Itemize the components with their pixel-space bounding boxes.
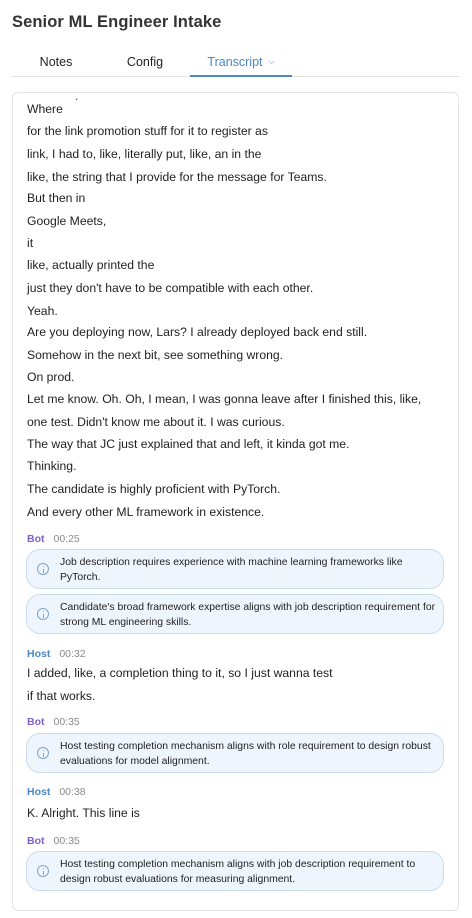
speaker-name: Bot [27,835,45,847]
insight-note[interactable]: Job description requires experience with… [26,549,444,589]
transcript-line: Somehow in the next bit, see something w… [27,348,284,362]
tab-notes[interactable]: Notes [12,49,100,77]
speaker-header: Host 00:38 [27,786,86,798]
clipped-text-fragment: . [75,92,79,103]
speaker-header: Host 00:32 [27,648,86,660]
insight-note[interactable]: Host testing completion mechanism aligns… [26,733,444,773]
timestamp[interactable]: 00:32 [59,648,85,660]
info-icon [37,563,49,575]
insight-note-text: Candidate's broad framework expertise al… [60,602,436,628]
transcript-line: Are you deploying now, Lars? I already d… [27,325,368,339]
transcript-line: like, the string that I provide for the … [27,170,327,184]
info-icon [37,747,49,759]
speaker-name: Host [27,786,51,798]
transcript-line: K. Alright. This line is [27,806,140,820]
timestamp[interactable]: 00:25 [54,533,80,545]
speaker-header: Bot 00:35 [27,835,80,847]
transcript-line: it [27,236,34,250]
insight-note-text: Host testing completion mechanism aligns… [60,741,431,767]
timestamp[interactable]: 00:35 [54,716,80,728]
insight-note-text: Job description requires experience with… [60,557,403,583]
insight-note[interactable]: Candidate's broad framework expertise al… [26,594,444,634]
chevron-down-icon[interactable]: ⌵ [269,49,275,75]
speaker-name: Bot [27,716,45,728]
tab-transcript[interactable]: Transcript ⌵ [190,49,292,77]
timestamp[interactable]: 00:35 [54,835,80,847]
transcript-line: if that works. [27,689,96,703]
speaker-name: Bot [27,533,45,545]
timestamp[interactable]: 00:38 [59,786,85,798]
info-icon [37,608,49,620]
transcript-line: like, actually printed the [27,258,155,272]
transcript-line: Where [27,102,63,116]
speaker-header: Bot 00:35 [27,716,80,728]
transcript-line: one test. Didn't know me about it. I was… [27,415,285,429]
tab-transcript-label: Transcript [207,55,263,69]
transcript-line: Let me know. Oh. Oh, I mean, I was gonna… [27,392,422,406]
speaker-name: Host [27,648,51,660]
transcript-line: The candidate is highly proficient with … [27,482,281,496]
transcript-line: But then in [27,191,86,205]
tab-bar: Notes Config Transcript ⌵ [12,49,459,77]
transcript-line: link, I had to, like, literally put, lik… [27,147,262,161]
info-icon [37,865,49,877]
transcript-line: On prod. [27,370,75,384]
transcript-line: for the link promotion stuff for it to r… [27,124,268,138]
transcript-line: Google Meets, [27,214,107,228]
transcript-line: Thinking. [27,459,77,473]
speaker-header: Bot 00:25 [27,533,80,545]
tab-config[interactable]: Config [100,49,190,77]
transcript-line: And every other ML framework in existenc… [27,505,265,519]
page-title: Senior ML Engineer Intake [12,13,222,31]
insight-note-text: Host testing completion mechanism aligns… [60,859,416,885]
transcript-panel[interactable]: . Where for the link promotion stuff for… [12,92,459,911]
transcript-line: The way that JC just explained that and … [27,437,350,451]
transcript-line: Yeah. [27,304,58,318]
transcript-line: I added, like, a completion thing to it,… [27,666,333,680]
insight-note[interactable]: Host testing completion mechanism aligns… [26,851,444,891]
transcript-line: just they don't have to be compatible wi… [27,281,314,295]
